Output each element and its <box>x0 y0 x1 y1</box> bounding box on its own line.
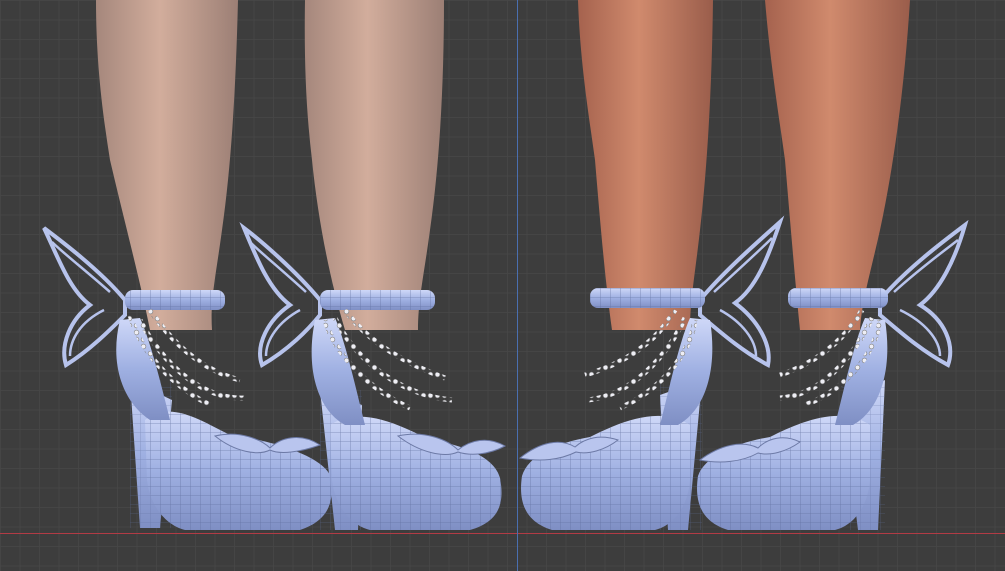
light-skin-pair <box>42 0 507 530</box>
tan-skin-pair <box>518 0 969 530</box>
leg-left-1 <box>96 0 238 330</box>
leg-right-1 <box>578 0 713 330</box>
leg-left-2 <box>304 0 444 330</box>
3d-viewport[interactable] <box>0 0 1005 571</box>
leg-right-2 <box>765 0 910 330</box>
butterfly-wing-icon <box>42 226 127 369</box>
scene-render <box>42 0 969 530</box>
butterfly-wing-icon <box>878 219 969 368</box>
